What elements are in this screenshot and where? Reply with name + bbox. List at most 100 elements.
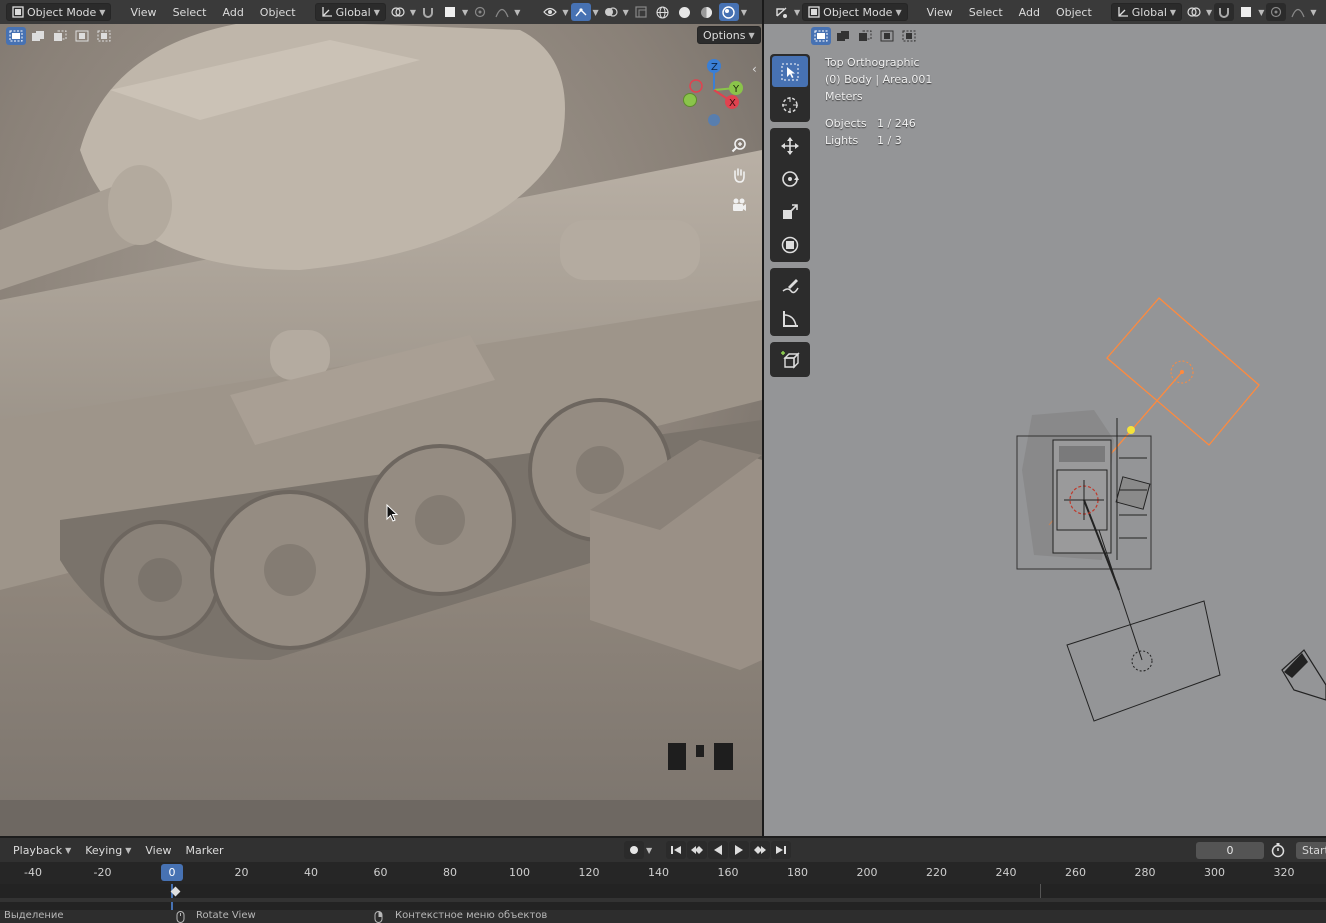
shading-rendered[interactable] (718, 3, 739, 21)
chevron-down-icon: ▼ (125, 845, 132, 855)
timeline-editor[interactable]: Playback ▼ Keying ▼ View Marker ▼ 0 Star… (0, 838, 1326, 910)
chevron-down-icon[interactable]: ▼ (562, 8, 568, 17)
solid-sphere-icon (678, 6, 691, 19)
axis-neg-y-icon[interactable] (683, 93, 697, 107)
camera-icon (731, 197, 747, 213)
select-mode-group (6, 25, 114, 47)
axis-neg-x-icon[interactable] (689, 79, 703, 93)
jump-start-icon (670, 844, 682, 856)
select-subtract-button[interactable] (50, 27, 70, 45)
timeline-menu-marker[interactable]: Marker (178, 841, 230, 859)
select-invert-button[interactable] (72, 27, 92, 45)
pivot-icon (391, 6, 405, 18)
chevron-down-icon[interactable]: ▼ (623, 8, 629, 17)
chevron-down-icon[interactable]: ▼ (514, 8, 520, 17)
chevron-down-icon[interactable]: ▼ (410, 8, 416, 17)
auto-keying-toggle[interactable] (624, 841, 644, 859)
area-light-outline[interactable] (1066, 600, 1221, 722)
shading-solid[interactable] (675, 3, 695, 21)
jump-end-icon (775, 844, 787, 856)
chevron-down-icon[interactable]: ▼ (646, 846, 652, 855)
timeline-scrollbar[interactable] (0, 898, 1326, 902)
gizmo-icon (574, 6, 588, 18)
timeline-menu-view[interactable]: View (138, 841, 178, 859)
navigation-gizmo[interactable]: Z Y X (680, 56, 750, 128)
falloff-button[interactable] (492, 3, 512, 21)
pan-view-button[interactable] (727, 163, 751, 187)
overlays-toggle[interactable] (601, 3, 621, 21)
ruler-tick-label: -20 (93, 866, 112, 879)
axis-neg-z-icon[interactable] (708, 114, 720, 126)
select-new-button[interactable] (6, 27, 26, 45)
mode-dropdown[interactable]: Object Mode ▼ (6, 3, 112, 21)
material-sphere-icon (700, 6, 713, 19)
jump-end-button[interactable] (771, 841, 791, 859)
menu-view[interactable]: View (123, 3, 163, 21)
zoom-view-button[interactable] (727, 133, 751, 157)
ruler-tick-label: 40 (304, 866, 318, 879)
menu-label: Keying (85, 843, 123, 857)
select-invert-icon (75, 30, 89, 42)
preview-range-toggle[interactable] (1270, 842, 1286, 858)
stopwatch-icon (1270, 842, 1286, 858)
right-top-ortho-viewport[interactable]: ▼ Object Mode ▼ View Select Add Object G… (764, 0, 1326, 836)
options-dropdown[interactable]: Options ▼ (697, 26, 761, 44)
snap-target-button[interactable] (440, 3, 460, 21)
object-mode-icon (12, 6, 24, 18)
chevron-down-icon: ▼ (748, 30, 755, 40)
eye-icon (543, 6, 558, 18)
start-frame-field[interactable]: Start (1296, 842, 1326, 859)
select-new-icon (9, 30, 23, 42)
menu-label: Playback (13, 843, 63, 857)
prev-keyframe-button[interactable] (687, 841, 707, 859)
menu-add[interactable]: Add (216, 3, 251, 21)
menu-object[interactable]: Object (253, 3, 303, 21)
mouse-right-icon (374, 910, 383, 923)
ruler-tick-label: 240 (995, 866, 1017, 879)
keyframe-track[interactable] (0, 884, 1326, 910)
start-label: Start (1302, 844, 1326, 857)
scene-top-view[interactable] (764, 0, 1326, 836)
chevron-down-icon[interactable]: ▼ (593, 8, 599, 17)
gizmo-toggle[interactable] (570, 3, 591, 21)
next-keyframe-button[interactable] (750, 841, 770, 859)
timeline-menu-keying[interactable]: Keying ▼ (78, 841, 138, 859)
visibility-button[interactable] (540, 3, 560, 21)
ruler-tick-label: 100 (509, 866, 530, 879)
orientation-dropdown[interactable]: Global ▼ (314, 3, 386, 21)
shading-wireframe[interactable] (653, 3, 673, 21)
xray-toggle[interactable] (631, 3, 651, 21)
play-reverse-button[interactable] (708, 841, 728, 859)
jump-start-button[interactable] (666, 841, 686, 859)
current-frame-field[interactable]: 0 (1196, 842, 1264, 859)
proportional-edit-toggle[interactable] (470, 3, 490, 21)
light-center-icon (1131, 650, 1153, 672)
ruler-tick-label: 180 (787, 866, 808, 879)
left-3d-viewport[interactable]: Object Mode ▼ View Select Add Object Glo… (0, 0, 762, 836)
ruler-tick-label: 120 (578, 866, 600, 879)
select-intersect-button[interactable] (94, 27, 114, 45)
timeline-menu-playback[interactable]: Playback ▼ (6, 841, 78, 859)
sidebar-toggle-arrow[interactable]: ‹ (752, 62, 757, 76)
frame-ruler[interactable]: -40 -20 0 20 40 60 80 100 120 140 160 180 200 220 240 2… (0, 862, 1326, 884)
play-button[interactable] (729, 841, 749, 859)
snap-toggle[interactable] (418, 3, 438, 21)
end-frame-marker (1040, 884, 1041, 898)
svg-text:Z: Z (711, 62, 718, 73)
tank-render-image (0, 0, 762, 836)
record-icon (629, 845, 639, 855)
menu-select[interactable]: Select (166, 3, 214, 21)
playhead-frame-indicator[interactable]: 0 (161, 864, 183, 881)
light-target-handle[interactable] (1127, 426, 1135, 434)
svg-text:X: X (729, 98, 736, 109)
square-icon (444, 6, 456, 18)
chevron-down-icon[interactable]: ▼ (462, 8, 468, 17)
pivot-point-button[interactable] (388, 3, 408, 21)
shading-material[interactable] (697, 3, 717, 21)
axes-icon (321, 6, 333, 18)
left-viewport-header: Object Mode ▼ View Select Add Object Glo… (0, 0, 762, 24)
select-extend-button[interactable] (28, 27, 48, 45)
camera-view-button[interactable] (727, 193, 751, 217)
prev-keyframe-icon (690, 844, 704, 856)
chevron-down-icon[interactable]: ▼ (741, 8, 747, 17)
